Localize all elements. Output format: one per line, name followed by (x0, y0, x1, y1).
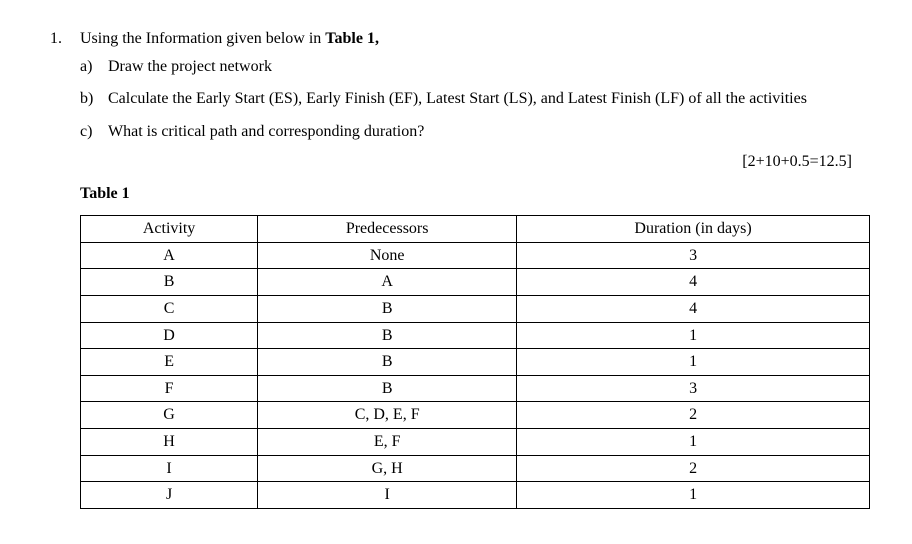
sub-marker: c) (80, 119, 108, 145)
cell-duration: 4 (517, 269, 870, 296)
cell-predecessors: E, F (258, 428, 517, 455)
question-number: 1. (50, 30, 80, 48)
cell-predecessors: I (258, 482, 517, 509)
cell-duration: 2 (517, 455, 870, 482)
table-row: CB4 (81, 295, 870, 322)
cell-predecessors: B (258, 349, 517, 376)
cell-activity: C (81, 295, 258, 322)
cell-activity: D (81, 322, 258, 349)
cell-predecessors: B (258, 322, 517, 349)
table-body: ANone3BA4CB4DB1EB1FB3GC, D, E, F2HE, F1I… (81, 242, 870, 508)
table-row: EB1 (81, 349, 870, 376)
table-row: HE, F1 (81, 428, 870, 455)
cell-activity: B (81, 269, 258, 296)
cell-duration: 1 (517, 322, 870, 349)
header-activity: Activity (81, 216, 258, 243)
cell-duration: 1 (517, 428, 870, 455)
cell-duration: 3 (517, 375, 870, 402)
cell-activity: I (81, 455, 258, 482)
cell-predecessors: B (258, 375, 517, 402)
table-row: GC, D, E, F2 (81, 402, 870, 429)
header-predecessors: Predecessors (258, 216, 517, 243)
intro-prefix: Using the Information given below in (80, 30, 325, 47)
sub-text: Draw the project network (108, 54, 862, 80)
cell-duration: 2 (517, 402, 870, 429)
sub-text: What is critical path and corresponding … (108, 119, 862, 145)
table-row: JI1 (81, 482, 870, 509)
cell-duration: 3 (517, 242, 870, 269)
sub-text: Calculate the Early Start (ES), Early Fi… (108, 86, 862, 112)
cell-duration: 1 (517, 349, 870, 376)
cell-activity: A (81, 242, 258, 269)
cell-duration: 1 (517, 482, 870, 509)
sub-item-a: a) Draw the project network (80, 54, 862, 80)
table-row: IG, H2 (81, 455, 870, 482)
table-row: BA4 (81, 269, 870, 296)
cell-activity: G (81, 402, 258, 429)
sub-question-list: a) Draw the project network b) Calculate… (80, 54, 862, 145)
question-intro-text: Using the Information given below in Tab… (80, 30, 862, 48)
cell-activity: J (81, 482, 258, 509)
header-duration: Duration (in days) (517, 216, 870, 243)
cell-activity: H (81, 428, 258, 455)
table-title: Table 1 (80, 185, 862, 203)
cell-predecessors: G, H (258, 455, 517, 482)
cell-predecessors: B (258, 295, 517, 322)
table-row: FB3 (81, 375, 870, 402)
question-intro: 1. Using the Information given below in … (50, 30, 862, 48)
sub-item-c: c) What is critical path and correspondi… (80, 119, 862, 145)
cell-predecessors: A (258, 269, 517, 296)
table-row: ANone3 (81, 242, 870, 269)
intro-bold: Table 1, (325, 30, 379, 47)
cell-activity: E (81, 349, 258, 376)
activity-table: Activity Predecessors Duration (in days)… (80, 215, 870, 509)
sub-item-b: b) Calculate the Early Start (ES), Early… (80, 86, 862, 112)
cell-predecessors: C, D, E, F (258, 402, 517, 429)
marks-allocation: [2+10+0.5=12.5] (50, 153, 862, 171)
table-header-row: Activity Predecessors Duration (in days) (81, 216, 870, 243)
sub-marker: a) (80, 54, 108, 80)
sub-marker: b) (80, 86, 108, 112)
cell-duration: 4 (517, 295, 870, 322)
cell-predecessors: None (258, 242, 517, 269)
table-row: DB1 (81, 322, 870, 349)
cell-activity: F (81, 375, 258, 402)
